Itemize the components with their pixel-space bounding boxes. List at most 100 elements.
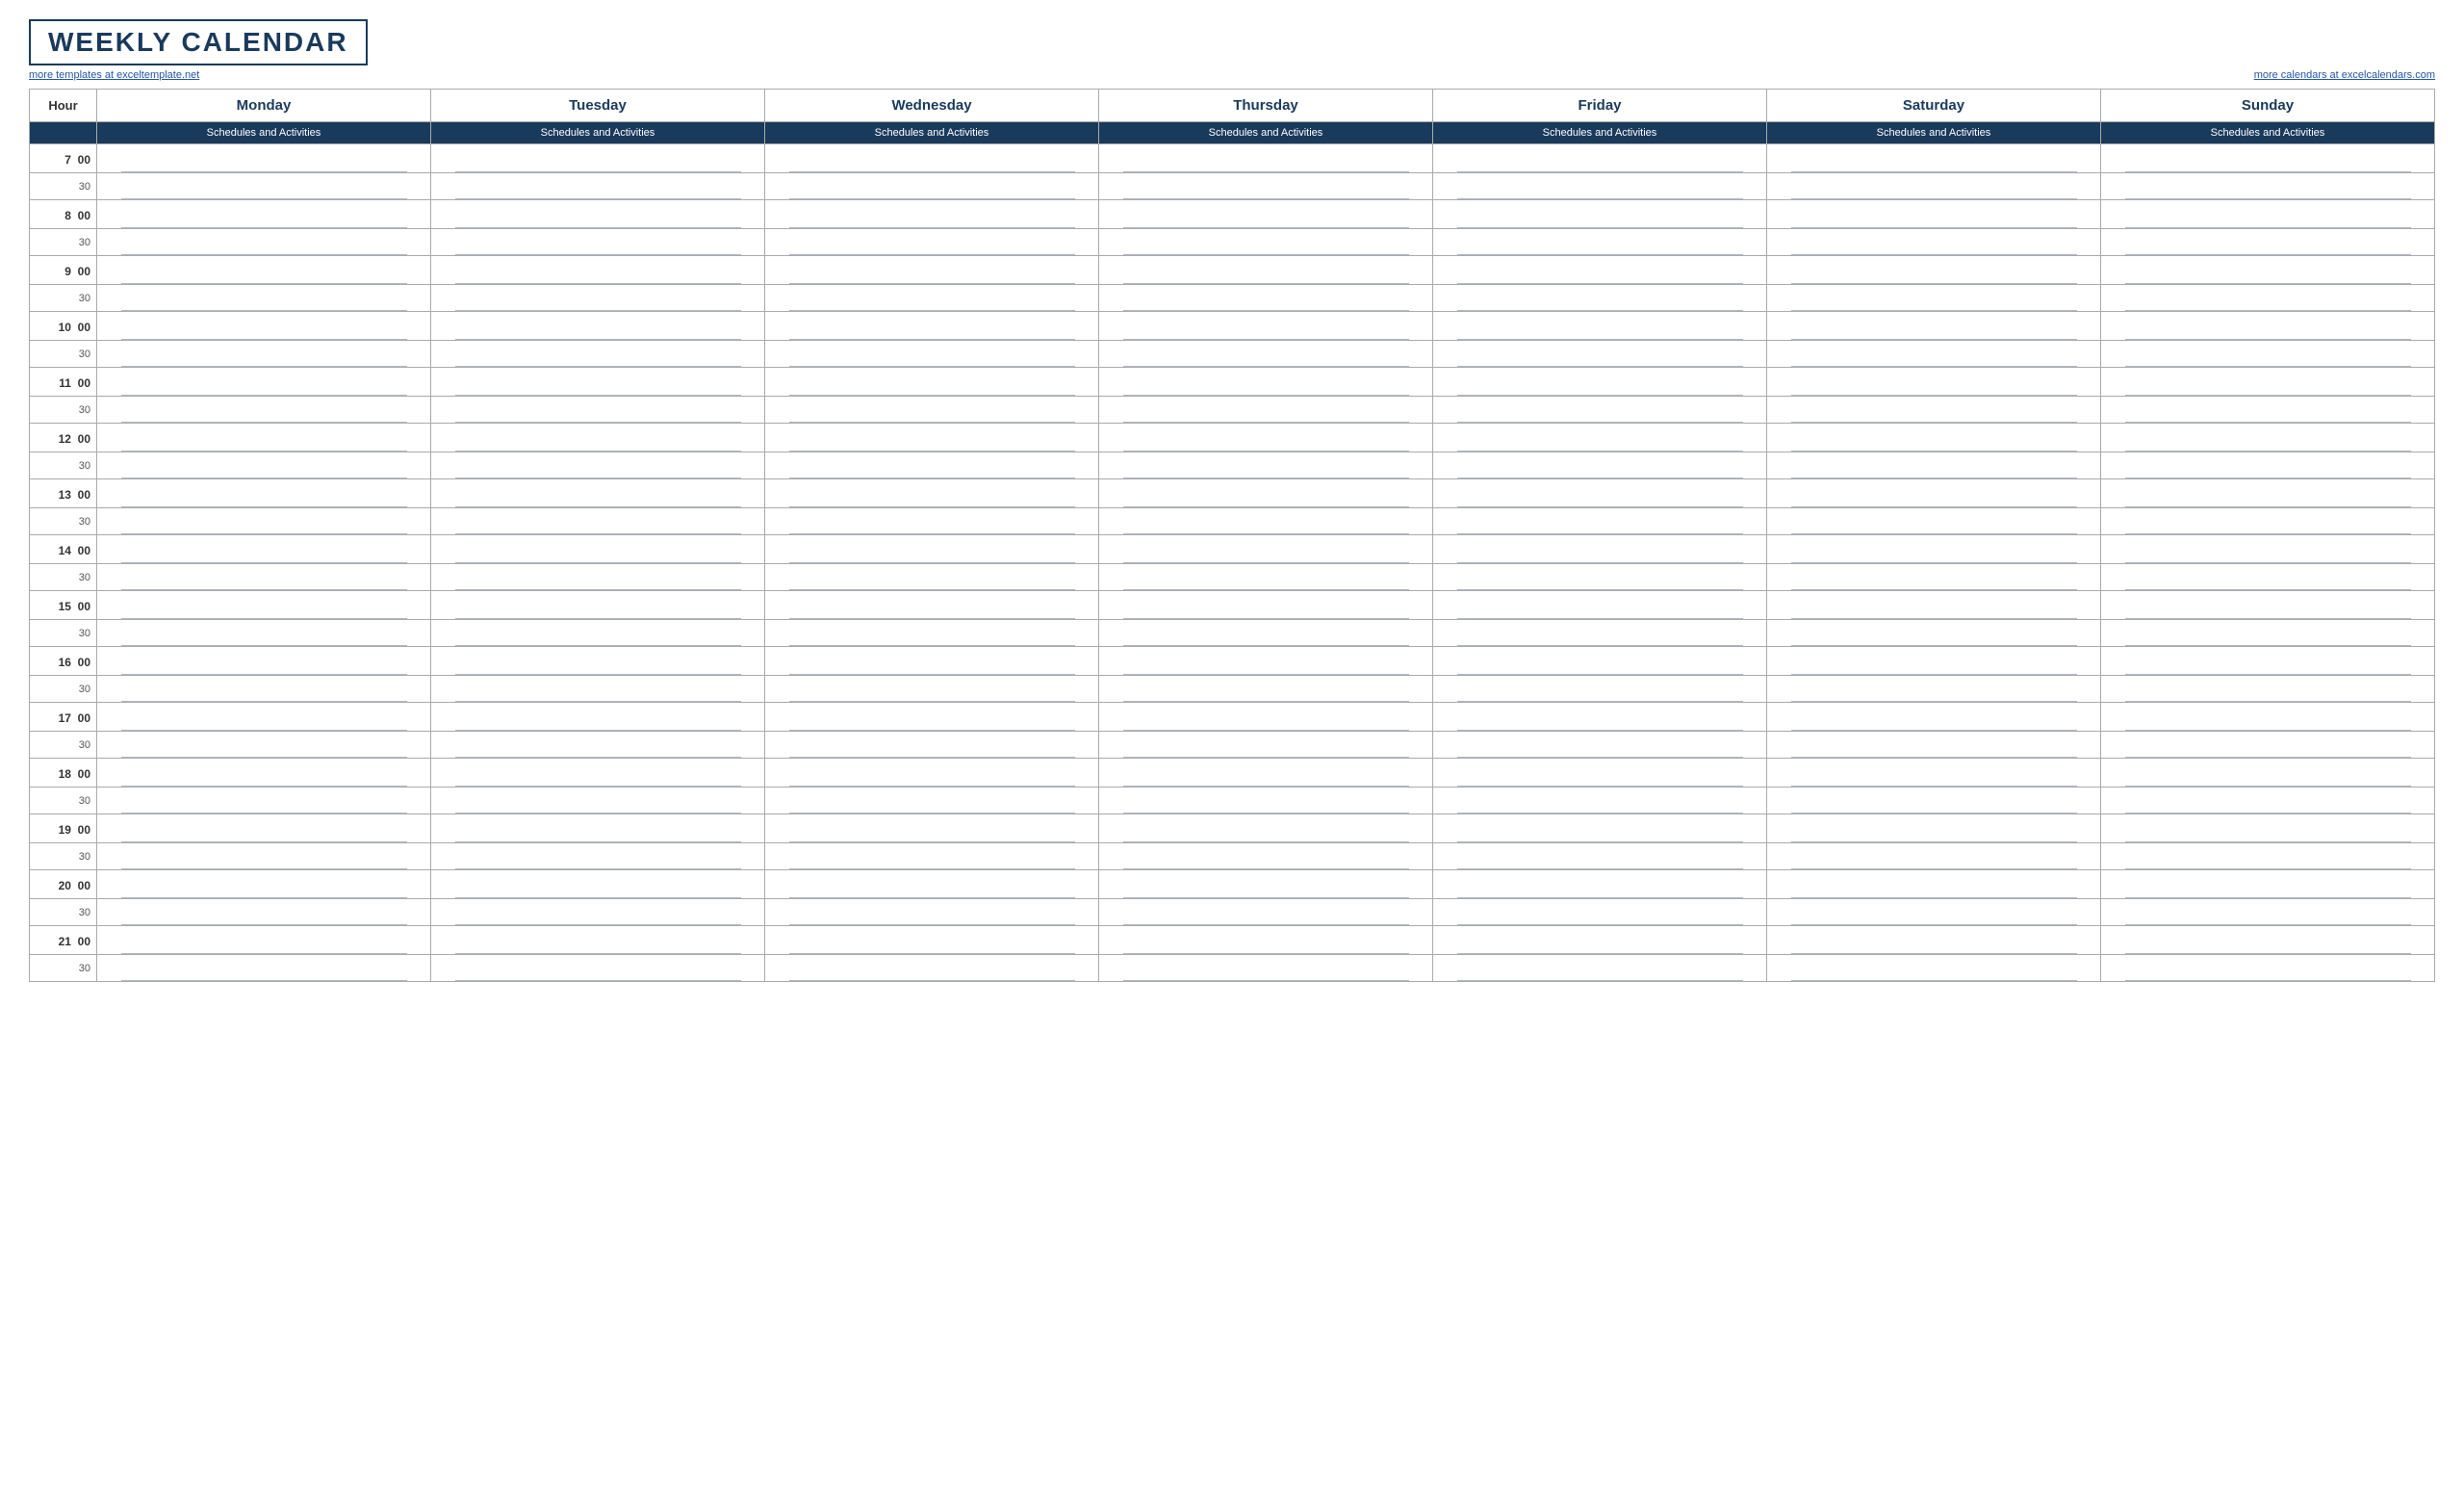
schedule-cell[interactable] bbox=[97, 200, 431, 229]
schedule-cell[interactable] bbox=[431, 926, 765, 955]
schedule-cell[interactable] bbox=[765, 926, 1099, 955]
schedule-cell[interactable] bbox=[765, 229, 1099, 256]
schedule-cell[interactable] bbox=[1767, 452, 2101, 479]
schedule-cell[interactable] bbox=[1433, 564, 1767, 591]
schedule-cell[interactable] bbox=[1099, 647, 1433, 676]
schedule-cell[interactable] bbox=[1433, 591, 1767, 620]
schedule-cell[interactable] bbox=[2101, 591, 2435, 620]
schedule-cell[interactable] bbox=[2101, 312, 2435, 341]
schedule-cell[interactable] bbox=[1767, 368, 2101, 397]
schedule-cell[interactable] bbox=[765, 620, 1099, 647]
schedule-cell[interactable] bbox=[431, 732, 765, 759]
schedule-cell[interactable] bbox=[1767, 535, 2101, 564]
schedule-cell[interactable] bbox=[97, 285, 431, 312]
schedule-cell[interactable] bbox=[1767, 312, 2101, 341]
schedule-cell[interactable] bbox=[1767, 926, 2101, 955]
schedule-cell[interactable] bbox=[765, 285, 1099, 312]
schedule-cell[interactable] bbox=[1099, 899, 1433, 926]
schedule-cell[interactable] bbox=[2101, 256, 2435, 285]
schedule-cell[interactable] bbox=[1767, 341, 2101, 368]
schedule-cell[interactable] bbox=[2101, 285, 2435, 312]
schedule-cell[interactable] bbox=[1099, 256, 1433, 285]
schedule-cell[interactable] bbox=[431, 368, 765, 397]
schedule-cell[interactable] bbox=[765, 368, 1099, 397]
schedule-cell[interactable] bbox=[765, 452, 1099, 479]
schedule-cell[interactable] bbox=[2101, 788, 2435, 814]
schedule-cell[interactable] bbox=[1767, 676, 2101, 703]
schedule-cell[interactable] bbox=[1767, 424, 2101, 452]
schedule-cell[interactable] bbox=[1433, 926, 1767, 955]
schedule-cell[interactable] bbox=[1767, 508, 2101, 535]
schedule-cell[interactable] bbox=[2101, 424, 2435, 452]
schedule-cell[interactable] bbox=[2101, 479, 2435, 508]
schedule-cell[interactable] bbox=[97, 732, 431, 759]
schedule-cell[interactable] bbox=[1767, 591, 2101, 620]
schedule-cell[interactable] bbox=[765, 759, 1099, 788]
schedule-cell[interactable] bbox=[431, 591, 765, 620]
schedule-cell[interactable] bbox=[431, 870, 765, 899]
schedule-cell[interactable] bbox=[431, 843, 765, 870]
schedule-cell[interactable] bbox=[1767, 647, 2101, 676]
schedule-cell[interactable] bbox=[1767, 397, 2101, 424]
schedule-cell[interactable] bbox=[1767, 843, 2101, 870]
schedule-cell[interactable] bbox=[431, 703, 765, 732]
schedule-cell[interactable] bbox=[765, 144, 1099, 173]
schedule-cell[interactable] bbox=[2101, 200, 2435, 229]
schedule-cell[interactable] bbox=[431, 508, 765, 535]
schedule-cell[interactable] bbox=[1099, 341, 1433, 368]
schedule-cell[interactable] bbox=[97, 397, 431, 424]
schedule-cell[interactable] bbox=[1767, 732, 2101, 759]
schedule-cell[interactable] bbox=[431, 620, 765, 647]
schedule-cell[interactable] bbox=[1433, 759, 1767, 788]
schedule-cell[interactable] bbox=[97, 535, 431, 564]
schedule-cell[interactable] bbox=[1433, 312, 1767, 341]
schedule-cell[interactable] bbox=[1767, 759, 2101, 788]
schedule-cell[interactable] bbox=[431, 312, 765, 341]
schedule-cell[interactable] bbox=[1099, 870, 1433, 899]
schedule-cell[interactable] bbox=[1767, 256, 2101, 285]
schedule-cell[interactable] bbox=[431, 676, 765, 703]
schedule-cell[interactable] bbox=[1099, 788, 1433, 814]
schedule-cell[interactable] bbox=[1433, 173, 1767, 200]
schedule-cell[interactable] bbox=[97, 620, 431, 647]
schedule-cell[interactable] bbox=[1099, 508, 1433, 535]
schedule-cell[interactable] bbox=[97, 955, 431, 982]
schedule-cell[interactable] bbox=[2101, 814, 2435, 843]
schedule-cell[interactable] bbox=[765, 424, 1099, 452]
schedule-cell[interactable] bbox=[1433, 256, 1767, 285]
schedule-cell[interactable] bbox=[765, 535, 1099, 564]
schedule-cell[interactable] bbox=[97, 647, 431, 676]
schedule-cell[interactable] bbox=[1433, 676, 1767, 703]
schedule-cell[interactable] bbox=[765, 591, 1099, 620]
schedule-cell[interactable] bbox=[765, 341, 1099, 368]
schedule-cell[interactable] bbox=[2101, 955, 2435, 982]
schedule-cell[interactable] bbox=[1433, 200, 1767, 229]
schedule-cell[interactable] bbox=[765, 508, 1099, 535]
schedule-cell[interactable] bbox=[1433, 955, 1767, 982]
schedule-cell[interactable] bbox=[431, 173, 765, 200]
schedule-cell[interactable] bbox=[1433, 341, 1767, 368]
schedule-cell[interactable] bbox=[1433, 368, 1767, 397]
schedule-cell[interactable] bbox=[2101, 144, 2435, 173]
schedule-cell[interactable] bbox=[431, 452, 765, 479]
schedule-cell[interactable] bbox=[97, 229, 431, 256]
schedule-cell[interactable] bbox=[1099, 620, 1433, 647]
schedule-cell[interactable] bbox=[1099, 397, 1433, 424]
schedule-cell[interactable] bbox=[1099, 285, 1433, 312]
schedule-cell[interactable] bbox=[1099, 926, 1433, 955]
schedule-cell[interactable] bbox=[2101, 452, 2435, 479]
schedule-cell[interactable] bbox=[2101, 926, 2435, 955]
schedule-cell[interactable] bbox=[97, 926, 431, 955]
schedule-cell[interactable] bbox=[97, 788, 431, 814]
schedule-cell[interactable] bbox=[1767, 899, 2101, 926]
schedule-cell[interactable] bbox=[1433, 703, 1767, 732]
schedule-cell[interactable] bbox=[1433, 535, 1767, 564]
schedule-cell[interactable] bbox=[1433, 814, 1767, 843]
schedule-cell[interactable] bbox=[765, 312, 1099, 341]
schedule-cell[interactable] bbox=[1099, 144, 1433, 173]
schedule-cell[interactable] bbox=[765, 788, 1099, 814]
schedule-cell[interactable] bbox=[1099, 703, 1433, 732]
schedule-cell[interactable] bbox=[765, 397, 1099, 424]
schedule-cell[interactable] bbox=[1767, 955, 2101, 982]
schedule-cell[interactable] bbox=[1433, 424, 1767, 452]
